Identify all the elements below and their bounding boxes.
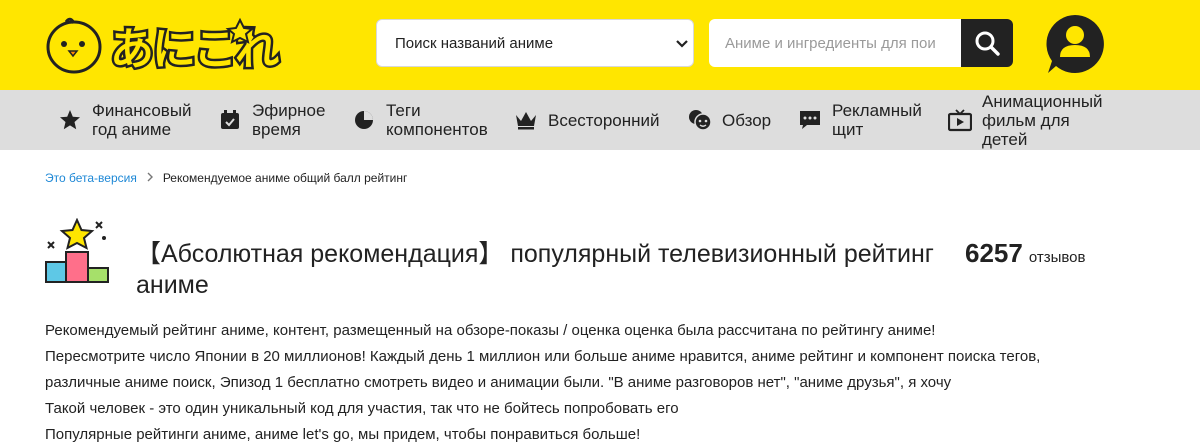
review-count-value: 6257 — [965, 238, 1023, 268]
description-line: Такой человек - это один уникальный код … — [45, 400, 679, 417]
pie-chart-icon — [352, 108, 376, 132]
tv-icon — [948, 108, 972, 132]
chevron-right-icon — [146, 171, 154, 185]
search-type-select[interactable]: Поиск названий аниме — [376, 19, 694, 67]
search-input[interactable] — [709, 19, 963, 67]
breadcrumb: Это бета-версия Рекомендуемое аниме общи… — [45, 171, 407, 185]
review-count: 6257 отзывов — [965, 238, 1086, 269]
chevron-down-icon — [676, 40, 688, 48]
crown-icon — [514, 108, 538, 132]
search-icon — [975, 31, 1000, 56]
breadcrumb-home-link[interactable]: Это бета-версия — [45, 171, 137, 185]
podium-icon — [45, 218, 109, 283]
nav-item-label: Эфирное время — [252, 101, 326, 139]
main-nav: Финансовый год аниме Эфирное время Теги … — [0, 90, 1200, 150]
nav-item-review[interactable]: Обзор — [688, 90, 771, 150]
page-title: 【Абсолютная рекомендация】 популярный тел… — [136, 240, 934, 299]
star-icon — [58, 108, 82, 132]
search-type-value: Поиск названий аниме — [395, 35, 554, 52]
nav-item-yearly-anime[interactable]: Финансовый год аниме — [58, 90, 202, 150]
nav-item-label: Всесторонний — [548, 110, 660, 130]
account-icon[interactable] — [1044, 13, 1106, 75]
nav-item-broadcast-time[interactable]: Эфирное время — [218, 90, 332, 150]
logo-wordmark: あにこれ — [110, 24, 279, 75]
faces-icon — [688, 108, 712, 132]
nav-item-comprehensive[interactable]: Всесторонний — [514, 90, 660, 150]
nav-item-kids-movie[interactable]: Анимационный фильм для детей — [948, 90, 1112, 150]
search-button[interactable] — [961, 19, 1013, 67]
description-line: Пересмотрите число Японии в 20 миллионов… — [45, 348, 1041, 365]
nav-item-label: Анимационный фильм для детей — [982, 91, 1103, 149]
comment-icon — [798, 108, 822, 132]
calendar-icon — [218, 108, 242, 132]
nav-item-label: Обзор — [722, 110, 772, 130]
intro-description: Рекомендуемый рейтинг аниме, контент, ра… — [45, 318, 1165, 448]
nav-item-label: Теги компонентов — [386, 101, 488, 139]
nav-item-tags[interactable]: Теги компонентов — [352, 90, 496, 150]
description-line: различные аниме поиск, Эпизод 1 бесплатн… — [45, 374, 952, 391]
description-line: Рекомендуемый рейтинг аниме, контент, ра… — [45, 322, 936, 339]
description-line: Популярные рейтинги аниме, аниме let's g… — [45, 426, 641, 443]
site-logo[interactable]: あにこれ — [44, 14, 284, 76]
nav-item-label: Финансовый год аниме — [92, 101, 192, 139]
review-count-unit: отзывов — [1028, 249, 1086, 266]
nav-item-label: Рекламный щит — [832, 101, 922, 139]
nav-item-billboard[interactable]: Рекламный щит — [798, 90, 932, 150]
top-header: あにこれ Поиск названий аниме — [0, 0, 1200, 90]
breadcrumb-current: Рекомендуемое аниме общий балл рейтинг — [162, 171, 408, 185]
